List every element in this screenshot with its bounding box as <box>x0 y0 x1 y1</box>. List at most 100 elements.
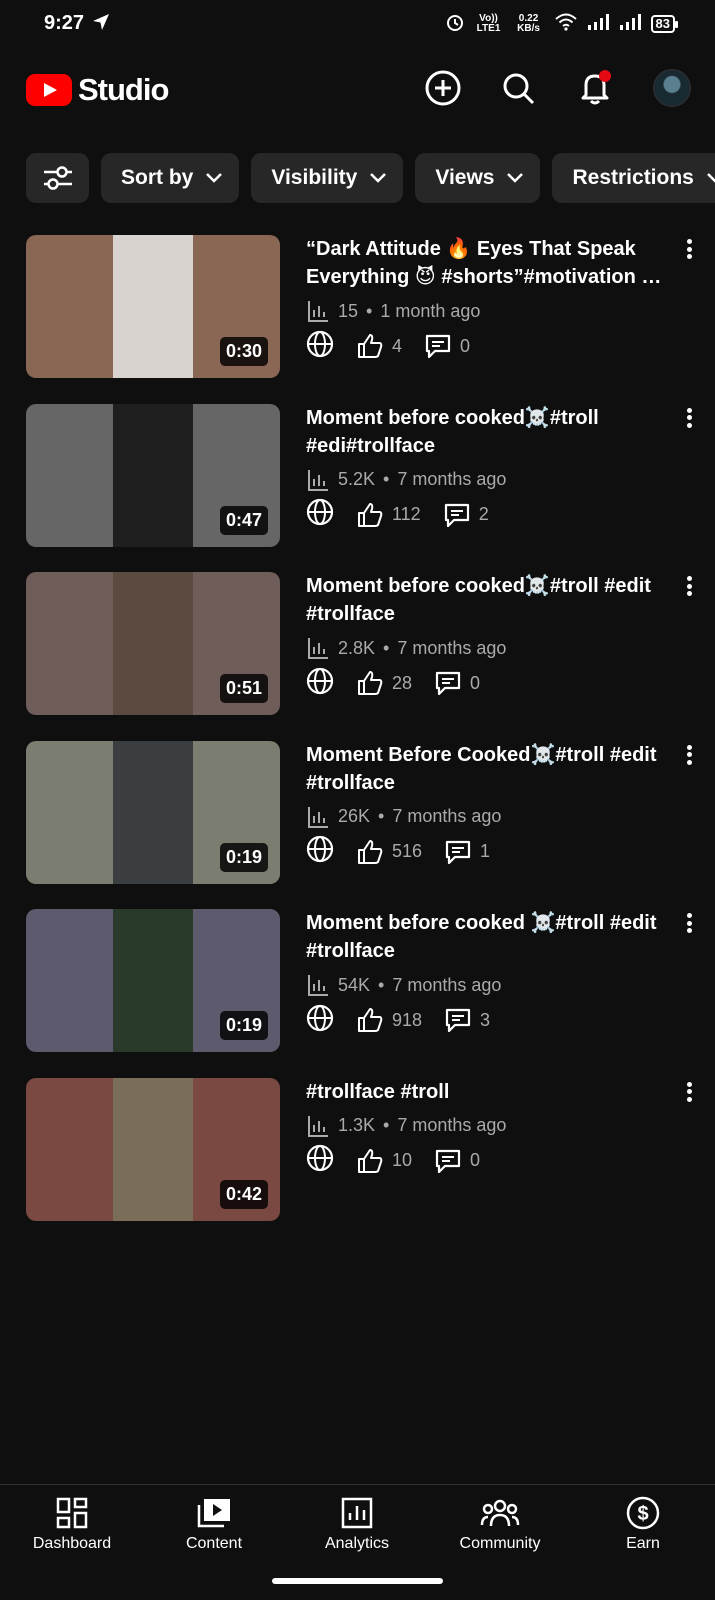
video-row[interactable]: 0:42 #trollface #troll 1.3K • 7 months a… <box>0 1077 715 1247</box>
separator-dot: • <box>378 806 385 827</box>
video-title[interactable]: #trollface #troll <box>306 1078 666 1106</box>
video-thumbnail[interactable]: 0:42 <box>26 1077 280 1221</box>
video-row[interactable]: 0:30 “Dark Attitude 🔥 Eyes That Speak Ev… <box>0 235 715 404</box>
video-title[interactable]: Moment before cooked☠️#troll #edi#trollf… <box>306 404 666 460</box>
more-options-icon[interactable] <box>681 406 697 430</box>
video-thumbnail[interactable]: 0:30 <box>26 235 280 378</box>
duration-badge: 0:19 <box>219 1011 268 1041</box>
video-stats: 4 0 <box>306 330 666 363</box>
comment-count: 0 <box>470 672 481 693</box>
create-button[interactable] <box>423 68 463 108</box>
visibility-public <box>306 667 334 700</box>
like-count: 918 <box>392 1009 423 1030</box>
more-options-icon[interactable] <box>681 237 697 261</box>
nav-analytics[interactable]: Analytics <box>292 1495 422 1553</box>
nav-earn[interactable]: $ Earn <box>578 1495 708 1553</box>
globe-icon <box>306 667 334 694</box>
visibility-chip[interactable]: Visibility <box>251 153 404 203</box>
filter-settings-button[interactable] <box>26 153 89 203</box>
visibility-public <box>306 498 334 531</box>
comment-count: 2 <box>478 504 489 525</box>
views-chip[interactable]: Views <box>415 153 541 203</box>
nav-community[interactable]: Community <box>435 1495 565 1553</box>
views-chart-icon <box>308 806 328 828</box>
video-row[interactable]: 0:51 Moment before cooked☠️#troll #edit … <box>0 572 715 741</box>
app-header: Studio <box>0 60 715 120</box>
nav-dashboard[interactable]: Dashboard <box>7 1495 137 1553</box>
restrictions-chip[interactable]: Restrictions <box>552 153 715 203</box>
video-title[interactable]: Moment before cooked ☠️#troll #edit #tro… <box>306 909 666 965</box>
chip-label: Views <box>435 166 495 189</box>
search-icon <box>503 73 535 105</box>
avatar[interactable] <box>653 69 691 107</box>
video-thumbnail[interactable]: 0:19 <box>26 740 280 884</box>
video-info: Moment before cooked☠️#troll #edi#trollf… <box>306 404 666 530</box>
video-info: Moment before cooked☠️#troll #edit #trol… <box>306 572 666 698</box>
video-thumbnail[interactable]: 0:47 <box>26 403 280 547</box>
more-options-icon[interactable] <box>681 911 697 935</box>
chevron-down-icon <box>206 173 223 183</box>
chip-label: Restrictions <box>572 166 694 189</box>
visibility-public <box>306 1144 334 1177</box>
duration-badge: 0:51 <box>219 674 268 704</box>
more-options-icon[interactable] <box>681 1080 697 1104</box>
dollar-circle-icon: $ <box>625 1495 661 1531</box>
video-meta: 15 • 1 month ago <box>306 297 666 325</box>
like-icon <box>358 334 383 358</box>
video-thumbnail[interactable]: 0:19 <box>26 909 280 1053</box>
comment-icon <box>435 1149 461 1174</box>
video-title[interactable]: Moment before cooked☠️#troll #edit #trol… <box>306 572 666 628</box>
search-button[interactable] <box>498 68 538 108</box>
upload-age: 7 months ago <box>397 1115 507 1136</box>
home-indicator[interactable] <box>272 1578 443 1584</box>
duration-badge: 0:19 <box>219 842 268 872</box>
view-count: 15 <box>338 300 359 321</box>
thumbnail-image <box>113 403 193 547</box>
visibility-public <box>306 330 334 363</box>
video-stats: 28 0 <box>306 667 666 700</box>
youtube-play-icon <box>26 74 72 106</box>
network-label: Vo)) LTE1 <box>476 12 501 34</box>
like-icon <box>358 502 383 527</box>
video-thumbnail[interactable]: 0:51 <box>26 572 280 716</box>
sort-by-chip[interactable]: Sort by <box>101 153 240 203</box>
nav-content[interactable]: Content <box>149 1495 279 1553</box>
alarm-icon <box>445 12 465 35</box>
more-options-icon[interactable] <box>681 574 697 598</box>
video-row[interactable]: 0:19 Moment before cooked ☠️#troll #edit… <box>0 909 715 1078</box>
separator-dot: • <box>383 1115 390 1136</box>
add-circle-icon <box>425 70 461 106</box>
chevron-down-icon <box>507 173 524 183</box>
visibility-public <box>306 1004 334 1037</box>
views-chart-icon <box>308 638 328 660</box>
upload-age: 7 months ago <box>392 806 502 827</box>
like-count: 516 <box>392 841 423 862</box>
more-options-icon[interactable] <box>681 743 697 767</box>
video-stats: 918 3 <box>306 1004 666 1037</box>
studio-logo[interactable]: Studio <box>26 72 169 108</box>
bell-icon <box>581 70 611 105</box>
thumbnail-image <box>113 909 193 1053</box>
views-chart-icon <box>308 469 328 491</box>
like-icon <box>358 1008 383 1033</box>
thumbnail-image <box>113 740 193 884</box>
video-row[interactable]: 0:47 Moment before cooked☠️#troll #edi#t… <box>0 403 715 573</box>
video-title[interactable]: “Dark Attitude 🔥 Eyes That Speak Everyth… <box>306 235 666 291</box>
duration-badge: 0:47 <box>219 505 268 535</box>
video-stats: 10 0 <box>306 1144 666 1177</box>
notifications-button[interactable] <box>576 68 616 108</box>
network-speed: 0.22 KB/s <box>517 12 540 34</box>
like-icon <box>358 671 383 696</box>
thumbnail-image <box>113 1077 193 1221</box>
comment-icon <box>444 503 469 527</box>
nav-label: Content <box>185 1535 243 1552</box>
upload-age: 7 months ago <box>397 637 507 658</box>
video-meta: 26K • 7 months ago <box>306 803 666 831</box>
visibility-public <box>306 835 334 868</box>
separator-dot: • <box>383 637 390 658</box>
like-count: 4 <box>392 335 403 356</box>
comment-icon <box>445 1009 471 1033</box>
video-row[interactable]: 0:19 Moment Before Cooked☠️#troll #edit … <box>0 740 715 910</box>
video-title[interactable]: Moment Before Cooked☠️#troll #edit #trol… <box>306 741 666 797</box>
view-count: 2.8K <box>338 637 376 658</box>
